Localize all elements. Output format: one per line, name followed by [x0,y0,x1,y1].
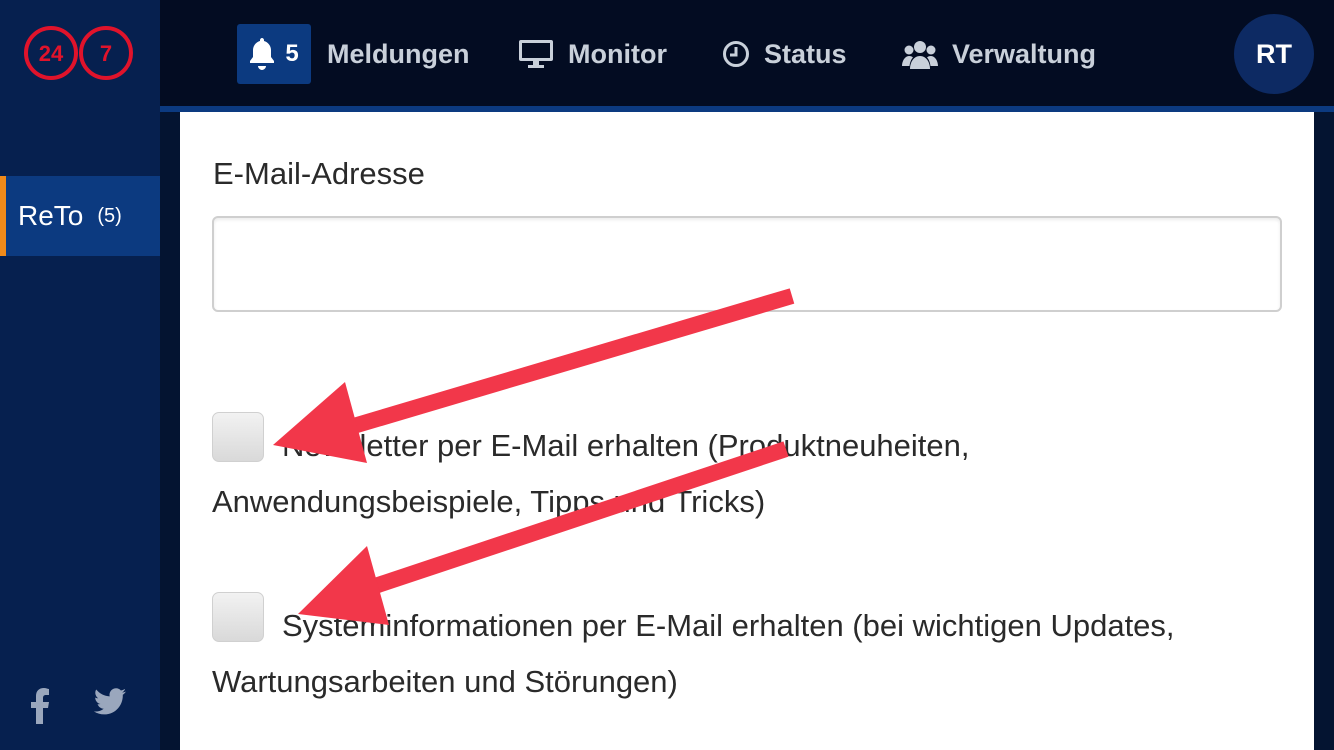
nav-monitor[interactable]: Monitor [518,24,667,84]
bell-icon [250,38,275,70]
nav-label-meldungen: Meldungen [327,38,470,69]
email-field-label: E-Mail-Adresse [213,156,425,191]
logo-number-right: 7 [100,41,112,66]
logo-number-left: 24 [39,41,64,66]
sidebar-item-count: (5) [97,204,122,227]
notifications-badge[interactable]: 5 [237,24,311,84]
nav-label-verwaltung: Verwaltung [952,38,1097,69]
users-icon [902,39,938,69]
logo-24-7[interactable]: 24 7 [22,22,138,84]
nav-verwaltung[interactable]: Verwaltung [902,24,1096,84]
systeminfo-option-label: Systeminformationen per E-Mail erhalten … [212,608,1175,699]
nav-label-status: Status [764,38,847,69]
user-avatar[interactable]: RT [1234,14,1314,94]
monitor-icon [518,39,554,69]
facebook-icon[interactable] [30,688,50,724]
twitter-icon[interactable] [94,688,126,716]
clock-icon [722,40,750,68]
sidebar-item-label: ReTo [18,200,84,231]
sidebar-item-reto[interactable]: ReTo (5) [0,176,160,256]
sidebar: 24 7 ReTo (5) [0,0,160,750]
nav-label-monitor: Monitor [568,38,667,69]
nav-meldungen[interactable]: 5 Meldungen [237,24,470,84]
nav-status[interactable]: Status [722,24,847,84]
newsletter-option-label: Newsletter per E-Mail erhalten (Produktn… [212,428,970,519]
notifications-count: 5 [285,40,299,67]
email-field[interactable] [212,216,1282,312]
settings-panel: E-Mail-Adresse Newsletter per E-Mail erh… [180,112,1314,750]
